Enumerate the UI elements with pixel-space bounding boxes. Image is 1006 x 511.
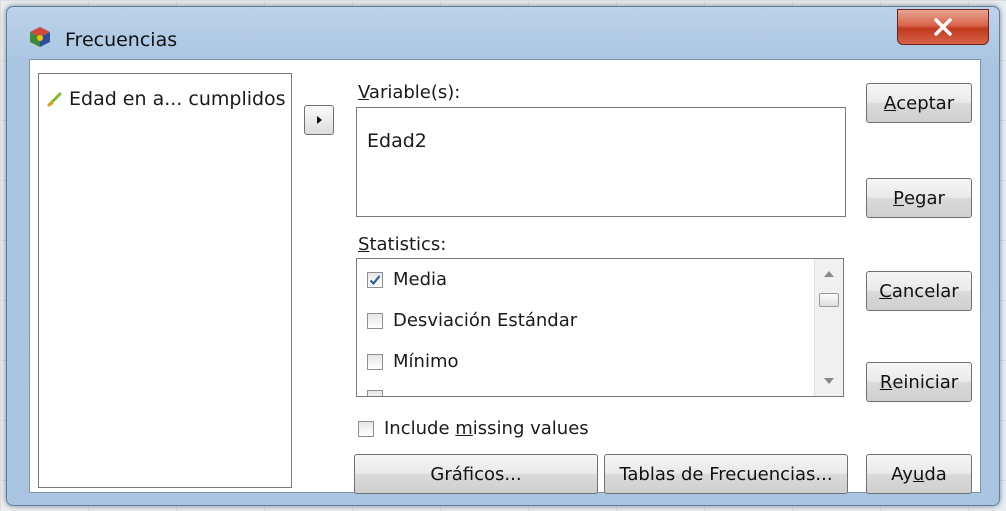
source-variable-list[interactable]: Edad en a... cumplidos <box>38 73 292 488</box>
statistics-label: Statistics: <box>358 234 447 255</box>
minimo-label: Mínimo <box>393 351 459 372</box>
source-variable-label: Edad en a... cumplidos <box>69 88 286 110</box>
cancelar-button[interactable]: Cancelar <box>866 271 972 311</box>
frecuencias-dialog: Frecuencias Edad en a... cumplidos Varia… <box>6 6 1000 506</box>
variables-label: Variable(s): <box>358 82 461 103</box>
partial-checkbox[interactable] <box>367 390 383 396</box>
statistic-item-partial[interactable] <box>367 390 383 396</box>
minimo-checkbox[interactable] <box>367 353 383 370</box>
statistics-list[interactable]: Media Desviación Estándar Mínimo <box>356 258 844 397</box>
media-checkbox[interactable] <box>367 271 383 288</box>
desviacion-checkbox[interactable] <box>367 312 383 329</box>
desviacion-label: Desviación Estándar <box>393 310 578 331</box>
move-variable-button[interactable] <box>304 105 334 135</box>
scale-variable-icon <box>47 92 62 107</box>
close-icon <box>934 18 952 36</box>
statistic-item-media[interactable]: Media <box>367 269 447 290</box>
statistics-scrollbar[interactable] <box>814 259 843 396</box>
app-cube-icon <box>30 27 50 47</box>
ayuda-button[interactable]: Ay u da <box>866 454 972 494</box>
statistic-item-minimo[interactable]: Mínimo <box>367 351 459 372</box>
target-variable-item[interactable]: Edad2 <box>367 130 427 152</box>
statistic-item-desviacion[interactable]: Desviación Estándar <box>367 310 577 331</box>
reiniciar-button[interactable]: Reiniciar <box>866 362 972 402</box>
media-label: Media <box>393 269 448 290</box>
title-bar[interactable]: Frecuencias <box>7 7 999 57</box>
arrow-right-icon <box>317 116 322 124</box>
dialog-content: Edad en a... cumplidos Variable(s): Edad… <box>29 59 981 494</box>
pegar-button[interactable]: Pegar <box>866 178 972 218</box>
source-variable-item[interactable]: Edad en a... cumplidos <box>47 88 286 110</box>
close-button[interactable] <box>897 9 989 45</box>
checkmark-icon <box>369 274 381 285</box>
tablas-frecuencias-button[interactable]: Tablas de Frecuencias... <box>604 454 848 494</box>
scroll-down-icon[interactable] <box>821 374 837 388</box>
include-missing-label: Include missing values <box>384 418 589 439</box>
aceptar-button[interactable]: Aceptar <box>866 83 972 123</box>
window-title: Frecuencias <box>65 29 178 51</box>
include-missing-values[interactable]: Include missing values <box>358 418 589 439</box>
graficos-button[interactable]: Gráficos... <box>354 454 598 494</box>
scroll-up-icon[interactable] <box>821 267 837 281</box>
scrollbar-thumb[interactable] <box>819 293 839 307</box>
include-missing-checkbox[interactable] <box>358 420 374 437</box>
target-variable-list[interactable]: Edad2 <box>356 107 846 217</box>
